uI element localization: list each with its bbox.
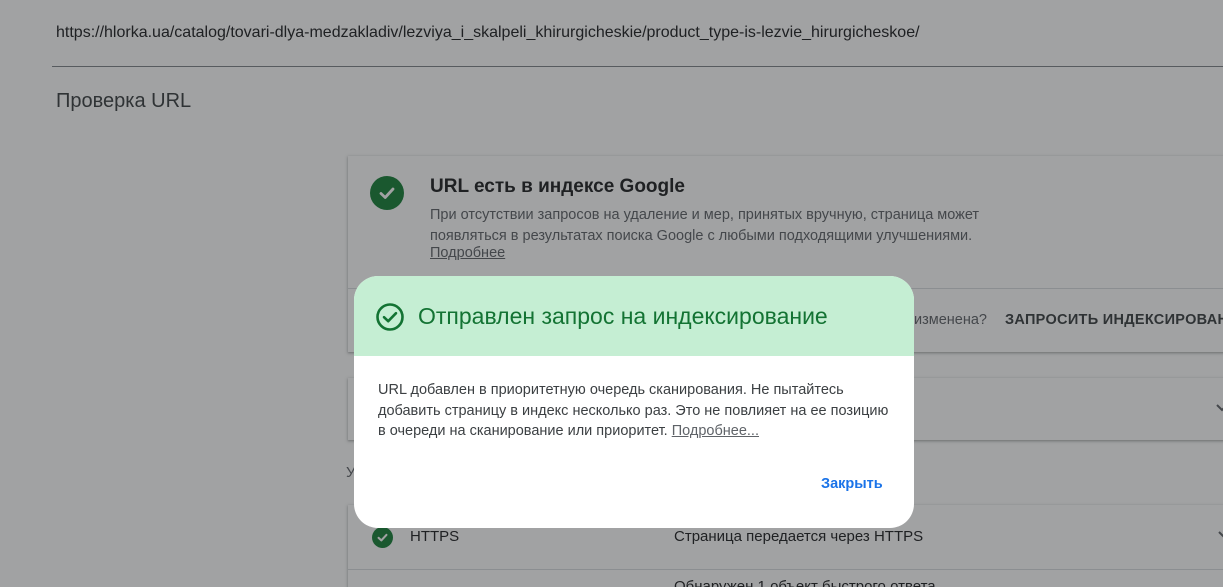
dialog-title: Отправлен запрос на индексирование — [418, 303, 828, 329]
dialog-header: Отправлен запрос на индексирование — [354, 276, 914, 356]
dialog-body-text: URL добавлен в приоритетную очередь скан… — [378, 382, 889, 439]
indexing-requested-dialog: Отправлен запрос на индексирование URL д… — [354, 276, 914, 528]
check-circle-outline-icon — [376, 303, 404, 331]
close-button[interactable]: Закрыть — [821, 476, 883, 492]
dialog-message: URL добавлен в приоритетную очередь скан… — [378, 380, 894, 442]
dialog-learn-more-link[interactable]: Подробнее... — [672, 423, 759, 439]
